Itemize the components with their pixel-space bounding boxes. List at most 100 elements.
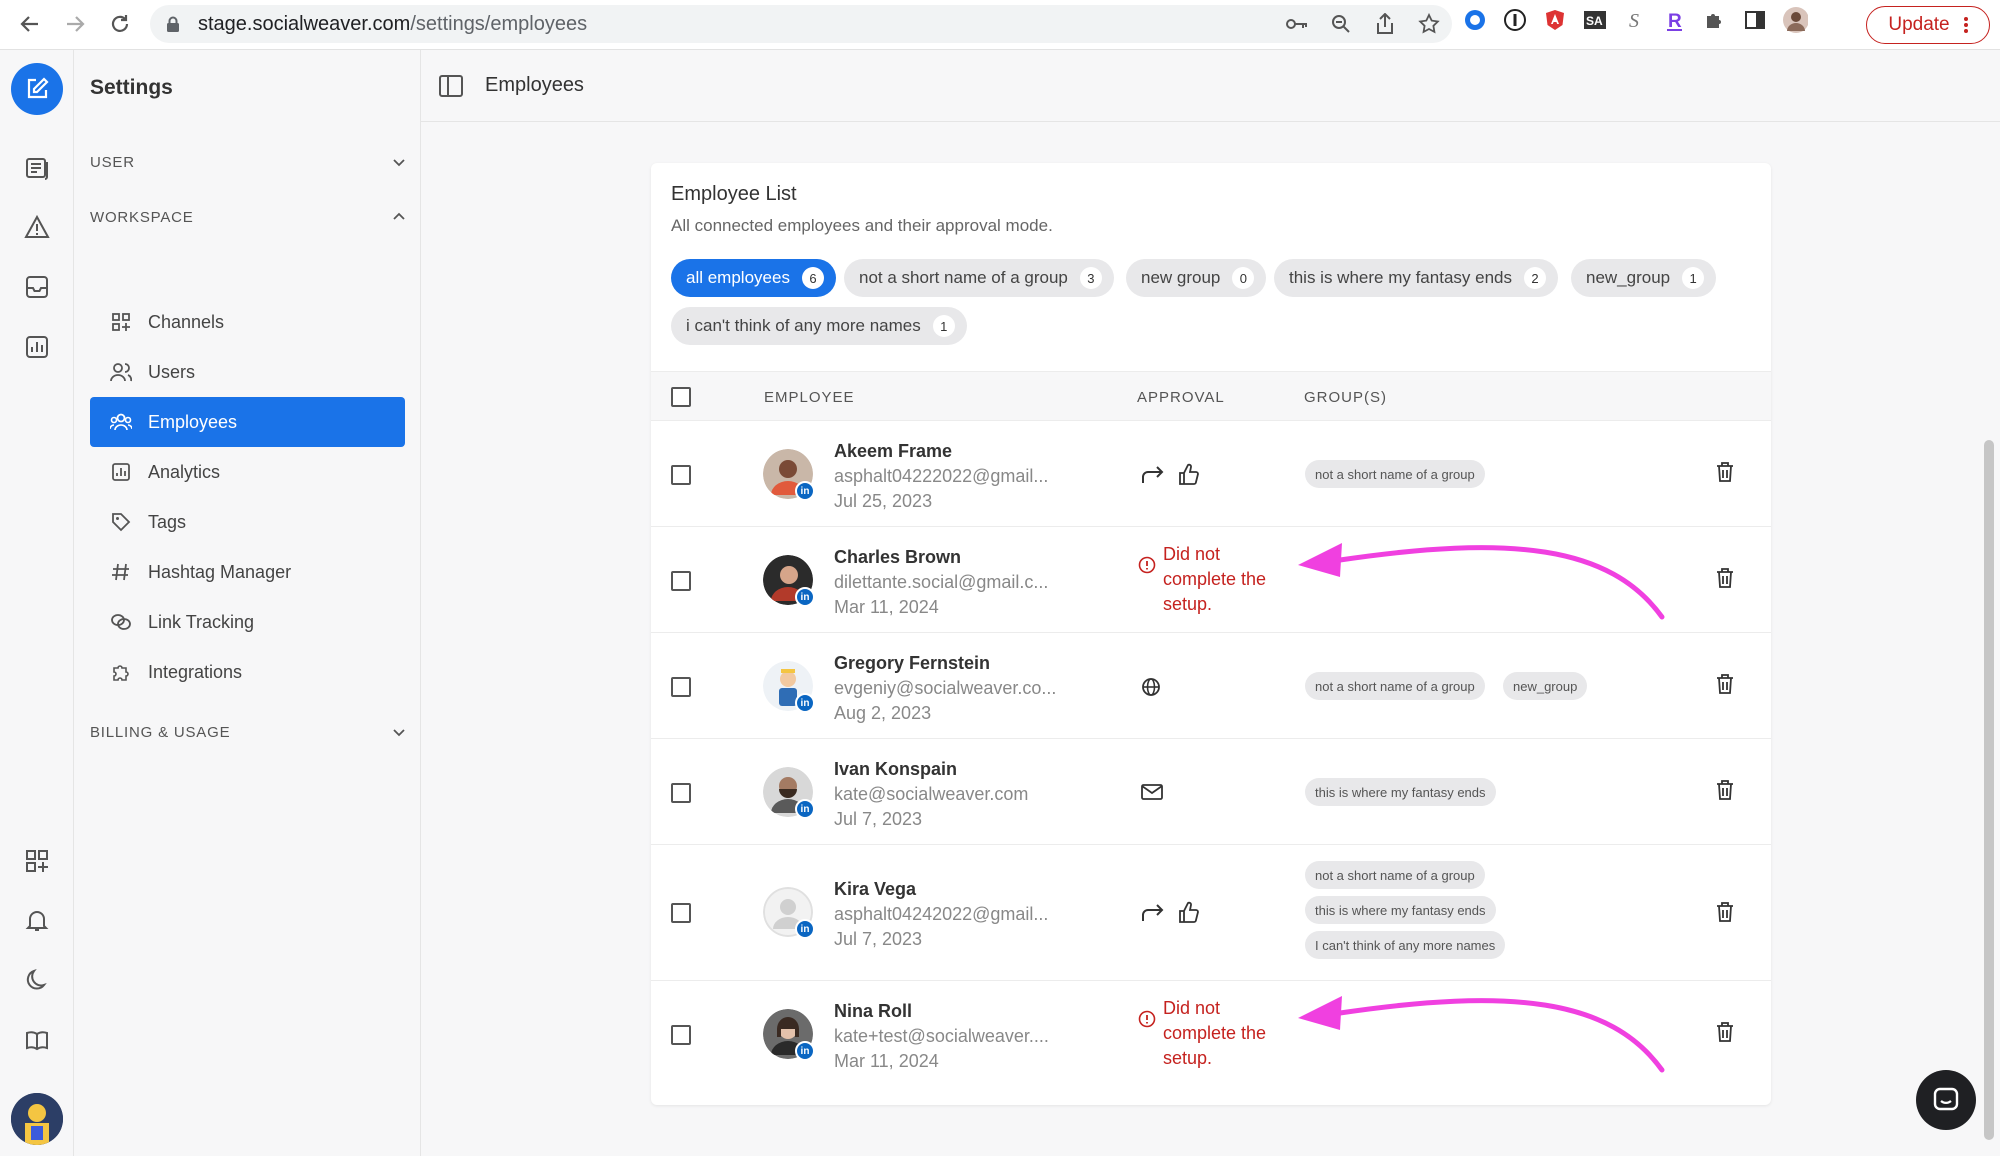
group-tag: new_group xyxy=(1503,672,1588,700)
password-manager-icon[interactable] xyxy=(1502,7,1528,33)
chip-count: 3 xyxy=(1079,267,1102,289)
sa-extension-icon[interactable]: SA xyxy=(1582,7,1608,33)
trash-icon[interactable] xyxy=(1714,461,1736,483)
stats-icon[interactable] xyxy=(22,332,52,362)
address-bar[interactable]: stage.socialweaver.com/settings/employee… xyxy=(150,5,1452,43)
thumbs-up-icon xyxy=(1179,901,1199,923)
sidebar-item-tags[interactable]: Tags xyxy=(90,497,405,547)
chip-label: new group xyxy=(1141,268,1221,287)
sidebar-item-integrations[interactable]: Integrations xyxy=(90,647,405,697)
section-user[interactable]: USER xyxy=(90,147,406,177)
alert-triangle-icon[interactable] xyxy=(22,212,52,242)
zoom-icon[interactable] xyxy=(1328,11,1354,37)
key-icon[interactable] xyxy=(1284,11,1310,37)
row-checkbox[interactable] xyxy=(671,1025,691,1045)
employee-email: asphalt04222022@gmail... xyxy=(834,466,1049,486)
row-checkbox[interactable] xyxy=(671,783,691,803)
section-workspace-label: WORKSPACE xyxy=(90,208,194,226)
chat-launcher-button[interactable] xyxy=(1916,1070,1976,1130)
trash-icon[interactable] xyxy=(1714,901,1736,923)
card-title: Employee List xyxy=(671,183,797,205)
setup-warning: Did not complete the setup. xyxy=(1138,542,1288,622)
chip-count: 6 xyxy=(801,267,824,289)
chip-group[interactable]: this is where my fantasy ends 2 xyxy=(1274,259,1558,297)
table-row[interactable]: in Charles Brown dilettante.social@gmail… xyxy=(651,527,1771,633)
employee-date: Jul 7, 2023 xyxy=(834,809,923,829)
employee-date: Mar 11, 2024 xyxy=(834,597,939,617)
tag-icon xyxy=(110,511,132,533)
select-all-checkbox[interactable] xyxy=(671,387,691,407)
chip-all-employees[interactable]: all employees 6 xyxy=(671,259,836,297)
column-groups[interactable]: GROUP(S) xyxy=(1304,389,1387,406)
r-extension-icon[interactable]: R xyxy=(1662,7,1688,33)
angular-icon[interactable] xyxy=(1542,7,1568,33)
menu-dots-icon xyxy=(1963,17,1968,33)
compose-icon[interactable] xyxy=(11,63,63,115)
row-checkbox[interactable] xyxy=(671,677,691,697)
s-extension-icon[interactable]: S xyxy=(1622,7,1648,33)
employee-name: Akeem Frame xyxy=(834,441,953,461)
globe-icon xyxy=(1142,678,1160,696)
settings-sidebar: Settings USER WORKSPACE Channels Users E… xyxy=(74,50,421,1156)
sidebar-item-link-tracking[interactable]: Link Tracking xyxy=(90,597,405,647)
bookmark-star-icon[interactable] xyxy=(1416,11,1442,37)
table-row[interactable]: in Nina Roll kate+test@socialweaver.... … xyxy=(651,981,1771,1087)
employee-email: asphalt04242022@gmail... xyxy=(834,904,1049,924)
chevron-down-icon xyxy=(393,159,405,167)
trash-icon[interactable] xyxy=(1714,673,1736,695)
reload-icon[interactable] xyxy=(100,4,140,44)
employee-email: kate+test@socialweaver.... xyxy=(834,1026,1049,1046)
sidebar-item-analytics[interactable]: Analytics xyxy=(90,447,405,497)
extension-blue-icon[interactable] xyxy=(1462,7,1488,33)
linkedin-icon: in xyxy=(795,481,815,501)
app-rail xyxy=(0,50,74,1156)
trash-icon[interactable] xyxy=(1714,1021,1736,1043)
chip-group[interactable]: new_group 1 xyxy=(1571,259,1717,297)
svg-text:S: S xyxy=(1629,10,1639,32)
share-icon[interactable] xyxy=(1372,11,1398,37)
table-row[interactable]: in Ivan Konspain kate@socialweaver.com J… xyxy=(651,739,1771,845)
bell-icon[interactable] xyxy=(22,905,52,935)
chip-group[interactable]: new group 0 xyxy=(1126,259,1267,297)
table-row[interactable]: in Gregory Fernstein evgeniy@socialweave… xyxy=(651,633,1771,739)
setup-warning: Did not complete the setup. xyxy=(1138,996,1288,1076)
chevron-up-icon xyxy=(393,212,405,220)
chip-group[interactable]: i can't think of any more names 1 xyxy=(671,307,967,345)
column-employee[interactable]: EMPLOYEE xyxy=(764,389,855,406)
hashtag-icon xyxy=(110,561,132,583)
trash-icon[interactable] xyxy=(1714,567,1736,589)
row-checkbox[interactable] xyxy=(671,465,691,485)
apps-add-icon[interactable] xyxy=(22,846,52,876)
posts-icon[interactable] xyxy=(22,153,52,183)
profile-avatar-icon[interactable] xyxy=(1782,7,1808,33)
inbox-icon[interactable] xyxy=(22,272,52,302)
chip-group[interactable]: not a short name of a group 3 xyxy=(844,259,1114,297)
forward-icon[interactable] xyxy=(55,4,95,44)
sidebar-item-hashtag-manager[interactable]: Hashtag Manager xyxy=(90,547,405,597)
section-billing[interactable]: BILLING & USAGE xyxy=(90,717,406,747)
table-row[interactable]: in Kira Vega asphalt04242022@gmail... Ju… xyxy=(651,845,1771,981)
sidebar-item-users[interactable]: Users xyxy=(90,347,405,397)
url-text: stage.socialweaver.com/settings/employee… xyxy=(198,12,588,35)
group-tag: not a short name of a group xyxy=(1305,672,1485,700)
book-icon[interactable] xyxy=(22,1025,52,1055)
trash-icon[interactable] xyxy=(1714,779,1736,801)
column-approval[interactable]: APPROVAL xyxy=(1137,389,1225,406)
employee-date: Jul 7, 2023 xyxy=(834,929,923,949)
scrollbar[interactable] xyxy=(1984,440,1994,1140)
extensions-puzzle-icon[interactable] xyxy=(1702,7,1728,33)
sidebar-item-channels[interactable]: Channels xyxy=(90,297,405,347)
section-workspace[interactable]: WORKSPACE xyxy=(90,202,406,232)
side-panel-icon[interactable] xyxy=(1742,7,1768,33)
row-checkbox[interactable] xyxy=(671,571,691,591)
moon-icon[interactable] xyxy=(22,965,52,995)
row-checkbox[interactable] xyxy=(671,903,691,923)
update-button[interactable]: Update xyxy=(1866,6,1990,44)
back-icon[interactable] xyxy=(10,4,50,44)
toggle-sidebar-icon[interactable] xyxy=(439,74,463,98)
table-row[interactable]: in Akeem Frame asphalt04222022@gmail... … xyxy=(651,421,1771,527)
forward-arrow-icon xyxy=(1142,904,1164,921)
puzzle-icon xyxy=(110,661,132,683)
sidebar-item-employees[interactable]: Employees xyxy=(90,397,405,447)
user-avatar[interactable] xyxy=(11,1093,63,1145)
